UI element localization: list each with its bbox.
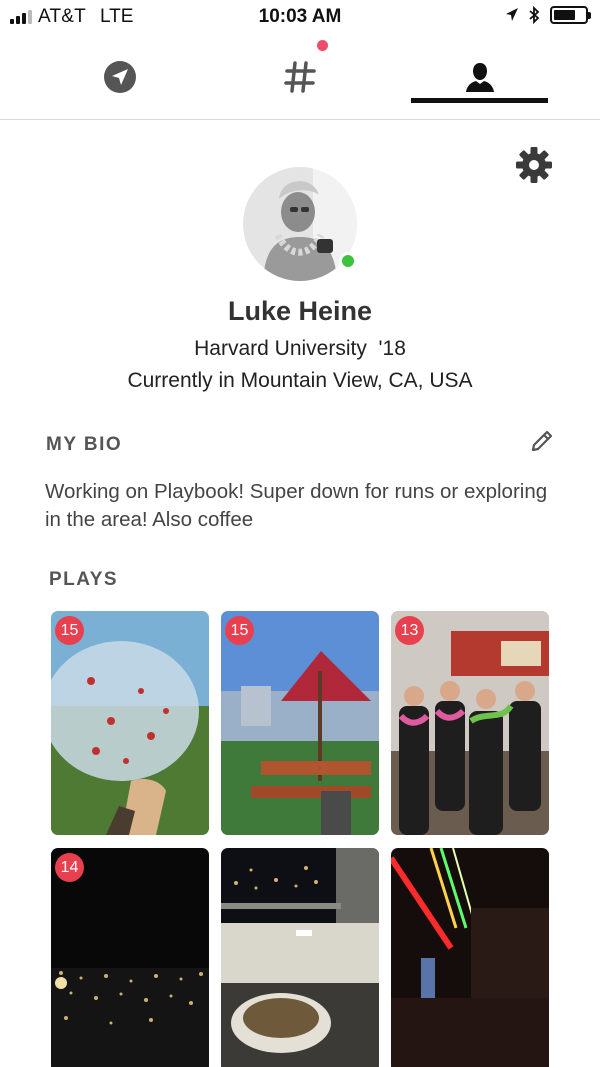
play-thumbnail (221, 848, 379, 1067)
play-tile[interactable] (221, 848, 379, 1067)
play-thumbnail (391, 611, 549, 835)
profile-avatar[interactable] (243, 167, 357, 281)
bio-heading: MY BIO (46, 434, 123, 455)
play-count-badge: 15 (55, 616, 84, 645)
plays-heading: PLAYS (49, 569, 119, 590)
play-tile[interactable]: 14 (51, 848, 209, 1067)
bio-text: Working on Playbook! Super down for runs… (45, 480, 548, 531)
gear-icon (516, 147, 552, 183)
play-thumbnail (221, 611, 379, 835)
play-thumbnail (391, 848, 549, 1067)
battery-icon (550, 6, 591, 24)
notification-dot (317, 40, 328, 51)
play-tile[interactable]: 13 (391, 611, 549, 835)
tab-nearby[interactable] (50, 34, 190, 120)
person-icon (465, 63, 494, 92)
play-count-badge: 14 (55, 853, 84, 882)
play-thumbnail (51, 611, 209, 835)
bluetooth-icon (529, 6, 540, 24)
online-status-dot (339, 252, 357, 270)
active-tab-indicator (411, 98, 548, 103)
hashtag-icon (284, 61, 316, 93)
pencil-icon (531, 430, 553, 452)
status-bar: AT&T LTE 10:03 AM (0, 0, 600, 34)
profile-location: Currently in Mountain View, CA, USA (127, 369, 473, 392)
tab-hashtags[interactable] (230, 34, 370, 120)
status-right (505, 6, 591, 24)
location-services-icon (506, 8, 518, 21)
top-tab-bar (0, 34, 600, 120)
play-count-badge: 13 (395, 616, 424, 645)
play-tile[interactable]: 15 (51, 611, 209, 835)
play-tile[interactable] (391, 848, 549, 1067)
play-count-badge: 15 (225, 616, 254, 645)
settings-button[interactable] (512, 143, 556, 187)
play-tile[interactable]: 15 (221, 611, 379, 835)
profile-school: Harvard University '18 (194, 337, 406, 360)
location-arrow-icon (104, 61, 136, 93)
profile-name: Luke Heine (227, 296, 373, 326)
edit-bio-button[interactable] (528, 427, 556, 455)
tab-profile[interactable] (411, 34, 548, 120)
